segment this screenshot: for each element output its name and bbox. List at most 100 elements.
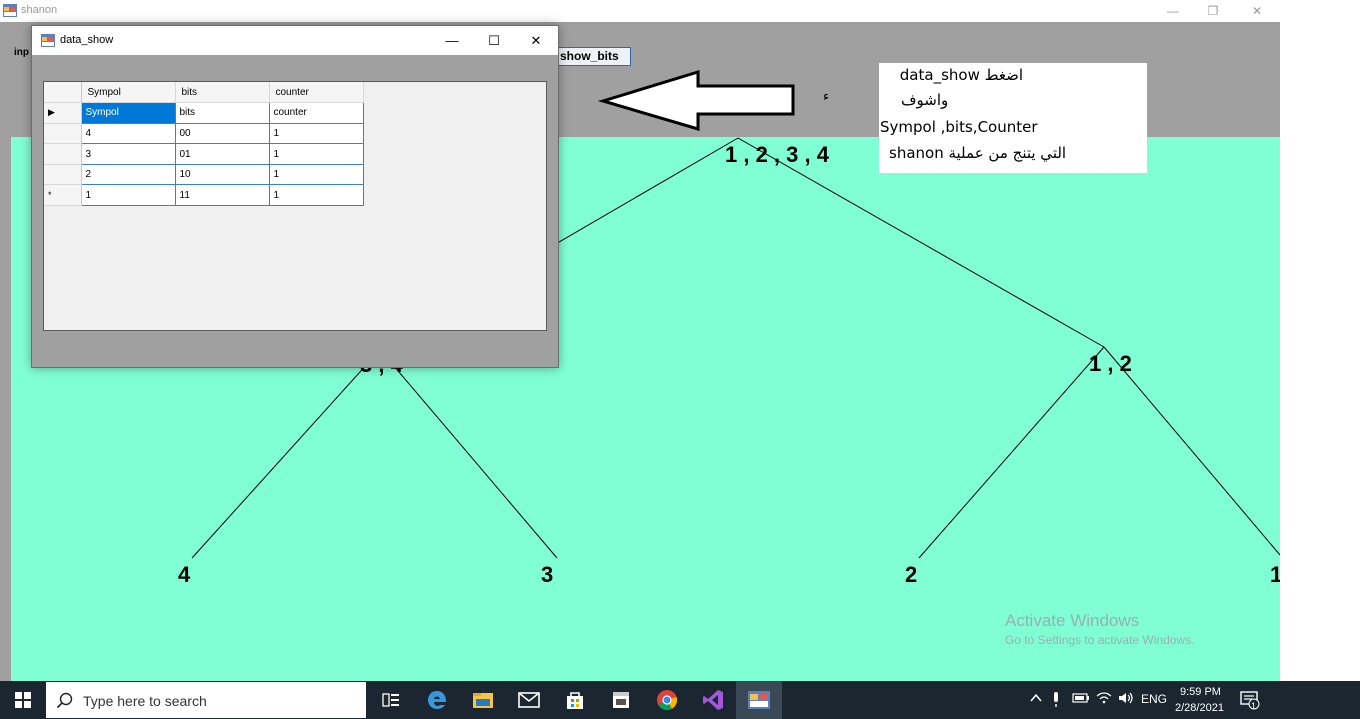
arrow-left-shape	[597, 69, 795, 132]
data-show-close-button[interactable]: ✕	[514, 26, 558, 55]
grid-cell[interactable]: 00	[174, 122, 270, 145]
tree-node-root: 1 , 2 , 3 , 4	[725, 142, 829, 167]
task-view-icon	[382, 693, 399, 707]
grid-cell[interactable]: bits	[174, 102, 270, 124]
grid-cell[interactable]: Sympol	[80, 102, 176, 124]
row-marker[interactable]	[44, 123, 82, 145]
table-row[interactable]: * 1 11 1	[44, 184, 364, 207]
store-button[interactable]	[552, 681, 598, 719]
battery-tray-button[interactable]	[1072, 692, 1090, 706]
edge-left-leaf4	[191, 351, 379, 559]
taskbar-search-box[interactable]: Type here to search	[46, 682, 366, 718]
grid-corner-header[interactable]	[44, 82, 82, 104]
show-hidden-icons-button[interactable]	[1030, 692, 1042, 706]
note-line-2: واشوف	[901, 91, 949, 109]
tree-leaf-1: 1	[1270, 562, 1280, 587]
watermark-title: Activate Windows	[1005, 611, 1140, 630]
clock-time[interactable]: 9:59 PM	[1180, 686, 1221, 698]
note-line-1: اضغط data_show	[899, 66, 1023, 84]
mail-button[interactable]	[506, 681, 552, 719]
screen: shanon — ❐ ✕ inp show_bits 1 , 2 , 3 , 4…	[0, 0, 1360, 719]
running-app-button[interactable]	[736, 681, 782, 719]
watermark-subtitle: Go to Settings to activate Windows.	[1005, 633, 1195, 647]
action-center-button[interactable]	[1240, 690, 1260, 713]
clock-date[interactable]: 2/28/2021	[1175, 702, 1224, 714]
desktop-area	[1280, 0, 1360, 681]
table-row[interactable]: 3 01 1	[44, 143, 364, 165]
search-icon	[56, 692, 73, 709]
data-grid-table: Sympol bits counter ▶ Sympol bits counte…	[44, 82, 364, 207]
microphone-icon	[1054, 692, 1058, 707]
language-indicator[interactable]: ENG	[1141, 692, 1167, 706]
windows-logo-icon	[15, 692, 31, 708]
data-show-maximize-button[interactable]: ☐	[472, 26, 516, 55]
tree-leaf-4: 4	[178, 562, 191, 587]
edge-button[interactable]	[414, 681, 460, 719]
file-explorer-icon	[473, 693, 493, 708]
grid-cell[interactable]: counter	[268, 102, 364, 124]
note-line-4: التي يتنج من عملية shanon	[889, 144, 1067, 162]
row-marker[interactable]: *	[44, 184, 82, 207]
table-row[interactable]: 2 10 1	[44, 163, 364, 186]
grid-cell[interactable]: 10	[174, 163, 270, 186]
grid-cell[interactable]: 1	[268, 163, 364, 186]
grid-cell[interactable]: 1	[268, 143, 364, 165]
tree-node-right: 1 , 2	[1089, 351, 1132, 376]
mail-icon	[518, 692, 540, 708]
row-marker[interactable]	[44, 143, 82, 165]
activation-watermark: Activate Windows Go to Settings to activ…	[1005, 611, 1194, 647]
table-row[interactable]: ▶ Sympol bits counter	[44, 102, 364, 124]
taskbar: Type here to search ENG 9:59 PM 2/28/202…	[0, 681, 1360, 719]
running-app-icon	[748, 691, 770, 709]
tree-leaf-3: 3	[541, 562, 554, 587]
edge-right-leaf1	[1103, 346, 1280, 556]
grid-cell[interactable]: 11	[174, 184, 270, 207]
task-view-button[interactable]	[368, 681, 414, 719]
volume-tray-button[interactable]	[1118, 692, 1134, 707]
grid-header-row: Sympol bits counter	[44, 82, 364, 104]
visual-studio-icon	[703, 690, 723, 710]
column-header-counter[interactable]: counter	[269, 82, 364, 104]
note-textbox[interactable]: اضغط data_show واشوف Sympol ,bits,Counte…	[879, 63, 1147, 173]
chrome-button[interactable]	[644, 681, 690, 719]
app-window-icon	[41, 34, 55, 47]
data-show-title: data_show	[60, 34, 114, 46]
edge-left-leaf3	[381, 351, 558, 559]
store-icon	[567, 692, 583, 709]
stray-character: ء	[823, 88, 830, 103]
column-header-bits[interactable]: bits	[175, 82, 270, 104]
edge-icon	[428, 691, 447, 709]
grid-cell[interactable]: 4	[80, 122, 176, 145]
row-marker[interactable]	[44, 164, 82, 186]
video-editor-button[interactable]	[598, 681, 644, 719]
file-explorer-button[interactable]	[460, 681, 506, 719]
grid-cell[interactable]: 1	[268, 122, 364, 145]
start-button[interactable]	[0, 681, 46, 719]
column-header-sympol[interactable]: Sympol	[81, 82, 176, 104]
tree-leaf-2: 2	[905, 562, 918, 587]
table-row[interactable]: 4 00 1	[44, 122, 364, 145]
notification-count-badge: 1	[1251, 701, 1257, 711]
wifi-icon	[1096, 692, 1112, 704]
battery-icon	[1072, 693, 1089, 703]
grid-cell[interactable]: 1	[80, 184, 176, 207]
note-line-3: Sympol ,bits,Counter	[880, 118, 1038, 136]
edge-right-leaf2	[918, 346, 1105, 559]
microphone-tray-button[interactable]	[1051, 692, 1061, 711]
speaker-icon	[1119, 692, 1133, 704]
chrome-icon	[657, 690, 678, 711]
grid-cell[interactable]: 3	[80, 143, 176, 165]
data-show-titlebar[interactable]: data_show — ☐ ✕	[32, 26, 558, 55]
search-placeholder: Type here to search	[83, 693, 207, 709]
data-show-minimize-button[interactable]: —	[430, 26, 474, 55]
grid-cell[interactable]: 2	[80, 163, 176, 186]
notification-icon	[1240, 691, 1260, 710]
row-marker[interactable]: ▶	[44, 102, 82, 124]
grid-cell[interactable]: 01	[174, 143, 270, 165]
video-editor-icon	[613, 692, 629, 708]
grid-cell[interactable]: 1	[268, 184, 364, 207]
visual-studio-button[interactable]	[690, 681, 736, 719]
chevron-up-icon	[1030, 693, 1042, 702]
wifi-tray-button[interactable]	[1096, 692, 1112, 707]
data-grid[interactable]: Sympol bits counter ▶ Sympol bits counte…	[43, 81, 547, 331]
